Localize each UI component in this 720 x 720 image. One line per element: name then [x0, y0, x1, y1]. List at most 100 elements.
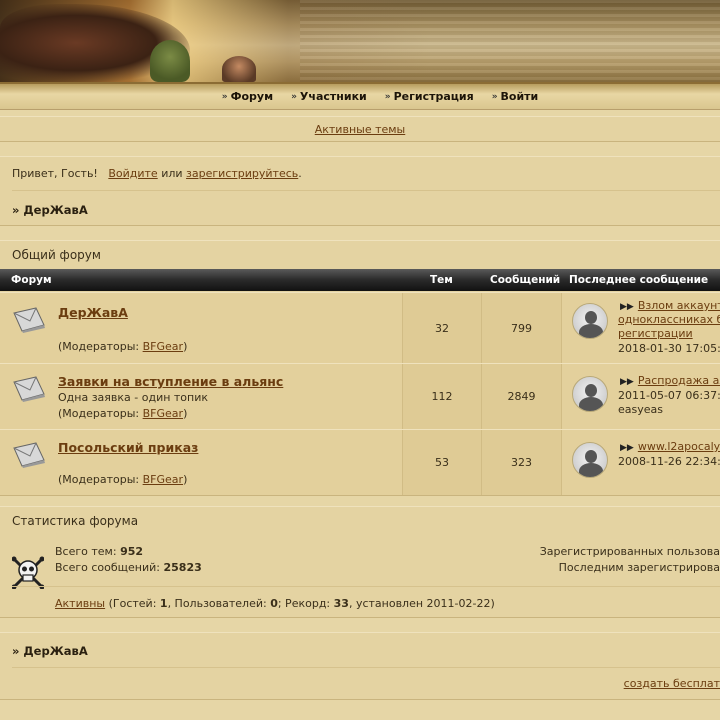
breadcrumb[interactable]: » ДерЖавА: [12, 203, 88, 217]
record-value: 33: [333, 597, 349, 610]
header-topics: Тем: [430, 274, 453, 286]
banner-clouds: [300, 0, 720, 82]
forum-description: Одна заявка - один топик: [58, 391, 209, 404]
last-post-cell: ▶▶ Взлом аккаунт одноклассниках б регистр…: [561, 293, 720, 363]
users-value: 0: [270, 597, 278, 610]
go-to-post-icon[interactable]: ▶▶: [620, 443, 634, 453]
period-text: .: [298, 167, 302, 180]
moderators-prefix: (Модераторы:: [58, 340, 143, 353]
greeting-text: Привет, Гость!: [12, 167, 98, 180]
welcome-line: Привет, Гость! Войдите или зарегистрируй…: [12, 167, 302, 180]
forum-stats: Статистика форума Всего тем: 952 Всего с…: [0, 506, 720, 618]
register-link[interactable]: зарегистрируйтесь: [186, 167, 298, 180]
double-chevron-icon: »: [384, 91, 391, 102]
last-post-cell: ▶▶ www.l2apocalyp 2008-11-26 22:34:: [561, 430, 720, 495]
posts-count: 799: [481, 293, 561, 363]
users-label: , Пользователей:: [167, 597, 271, 610]
forum-title-link[interactable]: Посольский приказ: [58, 440, 198, 455]
last-post-link-cont[interactable]: регистрации: [618, 327, 693, 340]
moderators-suffix: ): [183, 473, 188, 486]
double-chevron-icon: »: [491, 91, 498, 102]
moderator-link[interactable]: BFGear: [143, 340, 183, 353]
footer-breadcrumb[interactable]: » ДерЖавА: [12, 644, 88, 658]
divider: [12, 586, 720, 587]
total-topics-label: Всего тем:: [55, 545, 117, 558]
footer-panel: » ДерЖавА создать бесплат: [0, 632, 720, 700]
header-banner: [0, 0, 720, 82]
go-to-post-icon[interactable]: ▶▶: [620, 377, 634, 387]
banner-orc-art: [150, 40, 190, 82]
avatar: [572, 303, 608, 339]
go-to-post-icon[interactable]: ▶▶: [620, 302, 634, 312]
guests-value: 1: [159, 597, 168, 610]
forum-envelope-icon: [13, 376, 45, 402]
active-topics-bar: Активные темы: [0, 116, 720, 142]
nav-login-label: Войти: [500, 90, 539, 103]
last-post-author: easyeas: [618, 403, 663, 416]
nav-register[interactable]: » Регистрация: [385, 90, 474, 103]
moderators: (Модераторы: BFGear): [58, 340, 187, 353]
last-post-title: ▶▶ www.l2apocalyp: [620, 440, 720, 453]
moderators-suffix: ): [183, 340, 188, 353]
moderators: (Модераторы: BFGear): [58, 407, 187, 420]
nav-login[interactable]: » Войти: [492, 90, 539, 103]
moderator-link[interactable]: BFGear: [143, 407, 183, 420]
forum-row: Посольский приказ (Модераторы: BFGear) 5…: [0, 429, 720, 495]
section-title: Общий форум: [12, 248, 101, 262]
nav-forum-label: Форум: [230, 90, 274, 103]
record-label: ; Рекорд:: [277, 597, 334, 610]
last-post-date: 2011-05-07 06:37:: [618, 389, 720, 402]
total-posts-label: Всего сообщений:: [55, 561, 160, 574]
nav-members-label: Участники: [299, 90, 367, 103]
header-last-post: Последнее сообщение: [569, 274, 709, 286]
last-post-title: ▶▶ Взлом аккаунт: [620, 299, 720, 312]
moderator-link[interactable]: BFGear: [143, 473, 183, 486]
double-chevron-icon: »: [291, 91, 297, 102]
last-post-link[interactable]: www.l2apocalyp: [638, 440, 720, 453]
total-posts: Всего сообщений: 25823: [55, 561, 202, 574]
forum-title-link[interactable]: Заявки на вступление в альянс: [58, 374, 283, 389]
last-registered: Последним зарегистрирова: [558, 561, 720, 574]
nav-forum[interactable]: » Форум: [222, 90, 273, 103]
forum-row: Заявки на вступление в альянс Одна заявк…: [0, 363, 720, 429]
topics-count: 32: [402, 293, 481, 363]
nav-register-label: Регистрация: [393, 90, 474, 103]
last-post-link[interactable]: Распродажа ал: [638, 374, 720, 387]
active-topics-link[interactable]: Активные темы: [315, 123, 406, 136]
or-text: или: [161, 167, 183, 180]
last-post-cell: ▶▶ Распродажа ал 2011-05-07 06:37: easyea…: [561, 364, 720, 429]
total-topics-value: 952: [120, 545, 144, 558]
header-posts: Сообщений: [490, 274, 561, 286]
topics-count: 53: [402, 430, 481, 495]
topics-count: 112: [402, 364, 481, 429]
forum-envelope-icon: [13, 442, 45, 468]
moderators-suffix: ): [183, 407, 188, 420]
last-post-link[interactable]: Взлом аккаунт: [638, 299, 720, 312]
posts-count: 2849: [481, 364, 561, 429]
login-link[interactable]: Войдите: [108, 167, 157, 180]
forum-title-link[interactable]: ДерЖавА: [58, 305, 128, 320]
welcome-panel: Привет, Гость! Войдите или зарегистрируй…: [0, 156, 720, 226]
divider: [12, 667, 720, 668]
last-post-date: 2008-11-26 22:34:: [618, 455, 720, 468]
moderators-prefix: (Модераторы:: [58, 473, 143, 486]
divider: [12, 190, 720, 191]
total-posts-value: 25823: [163, 561, 202, 574]
last-post-date: 2018-01-30 17:05:: [618, 342, 720, 355]
moderators-prefix: (Модераторы:: [58, 407, 143, 420]
registered-users: Зарегистрированных пользова: [539, 545, 720, 558]
active-users-link[interactable]: Активны: [55, 597, 105, 610]
main-nav: » Форум » Участники » Регистрация » Войт…: [0, 82, 720, 110]
guests-label: (Гостей:: [105, 597, 160, 610]
last-post-link-cont[interactable]: одноклассниках б: [618, 313, 720, 326]
skull-icon: [12, 556, 44, 589]
moderators: (Модераторы: BFGear): [58, 473, 187, 486]
header-forum: Форум: [11, 274, 52, 286]
total-topics: Всего тем: 952: [55, 545, 143, 558]
posts-count: 323: [481, 430, 561, 495]
avatar: [572, 442, 608, 478]
create-forum-link[interactable]: создать бесплат: [624, 677, 720, 690]
forum-row: ДерЖавА (Модераторы: BFGear) 32 799 ▶▶ Вз…: [0, 292, 720, 363]
nav-members[interactable]: » Участники: [291, 90, 367, 103]
double-chevron-icon: »: [221, 91, 228, 102]
